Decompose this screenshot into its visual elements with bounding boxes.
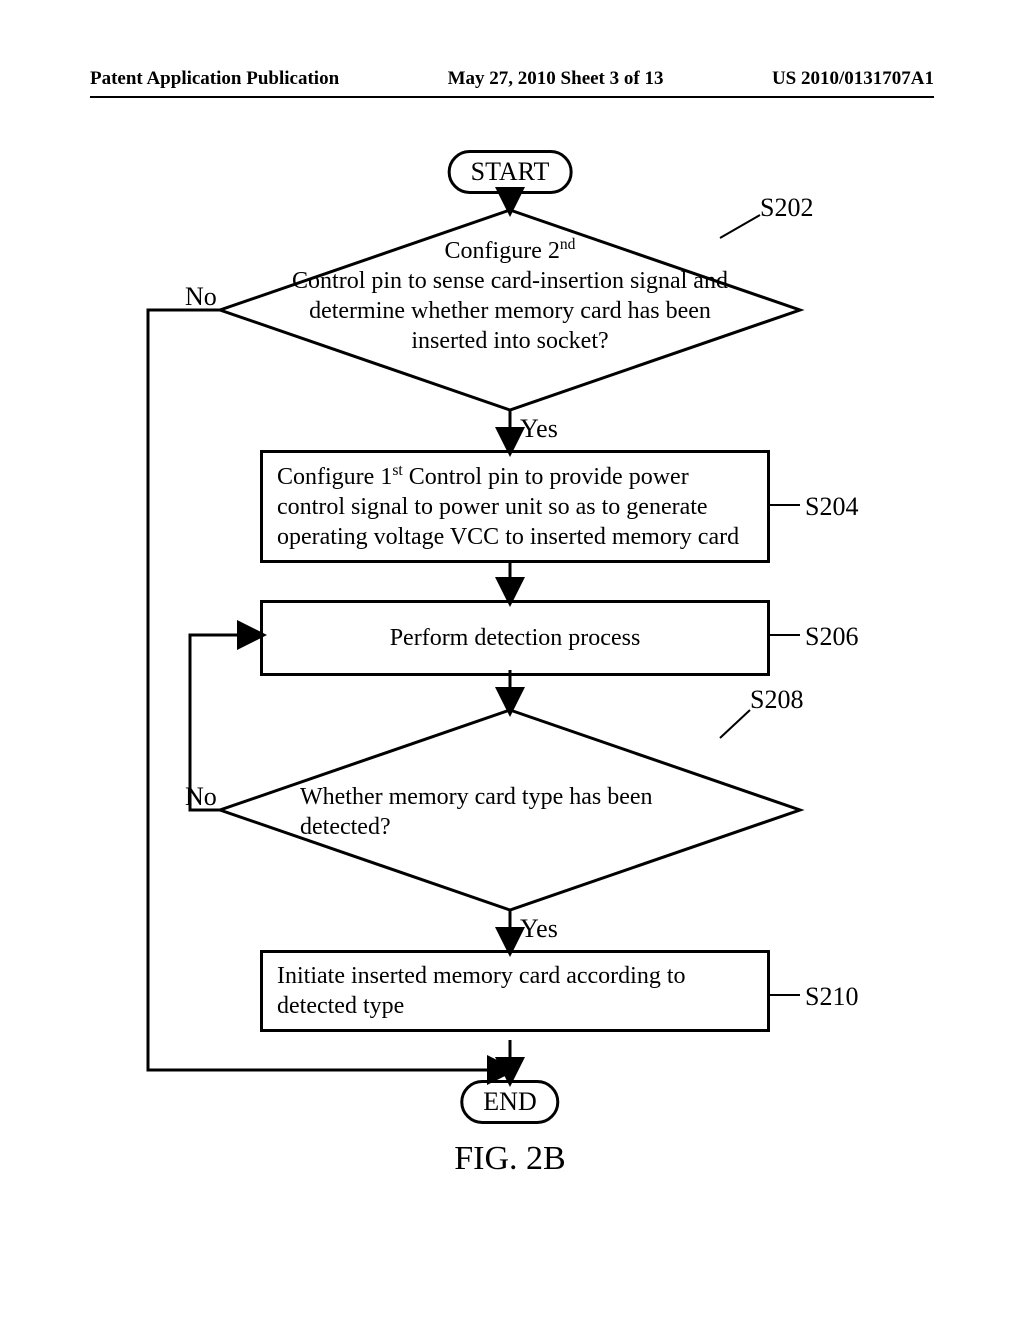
s202-rest: Control pin to sense card-insertion sign… xyxy=(292,268,728,354)
start-label: START xyxy=(471,157,550,186)
s204-pre: Configure 1 xyxy=(277,464,392,490)
s206-text: Perform detection process xyxy=(390,625,641,651)
s204-ref: S204 xyxy=(805,492,858,522)
s208-text: Whether memory card type has been detect… xyxy=(300,784,653,840)
no2-label: No xyxy=(185,782,217,812)
s202-pre: Configure 2 xyxy=(445,238,560,264)
process-s210: Initiate inserted memory card according … xyxy=(260,950,770,1032)
header-left: Patent Application Publication xyxy=(90,68,339,90)
figure-caption: FIG. 2B xyxy=(454,1140,565,1178)
header-right: US 2010/0131707A1 xyxy=(772,68,934,90)
decision-s202-text: Configure 2nd Control pin to sense card-… xyxy=(290,235,730,356)
page-header: Patent Application Publication May 27, 2… xyxy=(0,68,1024,96)
s204-sup: st xyxy=(392,462,402,479)
flowchart: START Configure 2nd Control pin to sense… xyxy=(0,110,1024,1210)
s208-ref: S208 xyxy=(750,685,803,715)
end-label: END xyxy=(483,1087,536,1116)
process-s204: Configure 1st Control pin to provide pow… xyxy=(260,450,770,563)
terminal-start: START xyxy=(448,150,573,194)
yes2-label: Yes xyxy=(520,914,558,944)
s202-sup: nd xyxy=(560,236,576,253)
no1-label: No xyxy=(185,282,217,312)
decision-s208-text: Whether memory card type has been detect… xyxy=(300,782,720,842)
s206-ref: S206 xyxy=(805,622,858,652)
header-center: May 27, 2010 Sheet 3 of 13 xyxy=(448,68,664,90)
header-rule xyxy=(90,96,934,98)
s210-text: Initiate inserted memory card according … xyxy=(277,963,686,1019)
yes1-label: Yes xyxy=(520,414,558,444)
terminal-end: END xyxy=(460,1080,559,1124)
process-s206: Perform detection process xyxy=(260,600,770,676)
s210-ref: S210 xyxy=(805,982,858,1012)
s202-ref: S202 xyxy=(760,193,813,223)
